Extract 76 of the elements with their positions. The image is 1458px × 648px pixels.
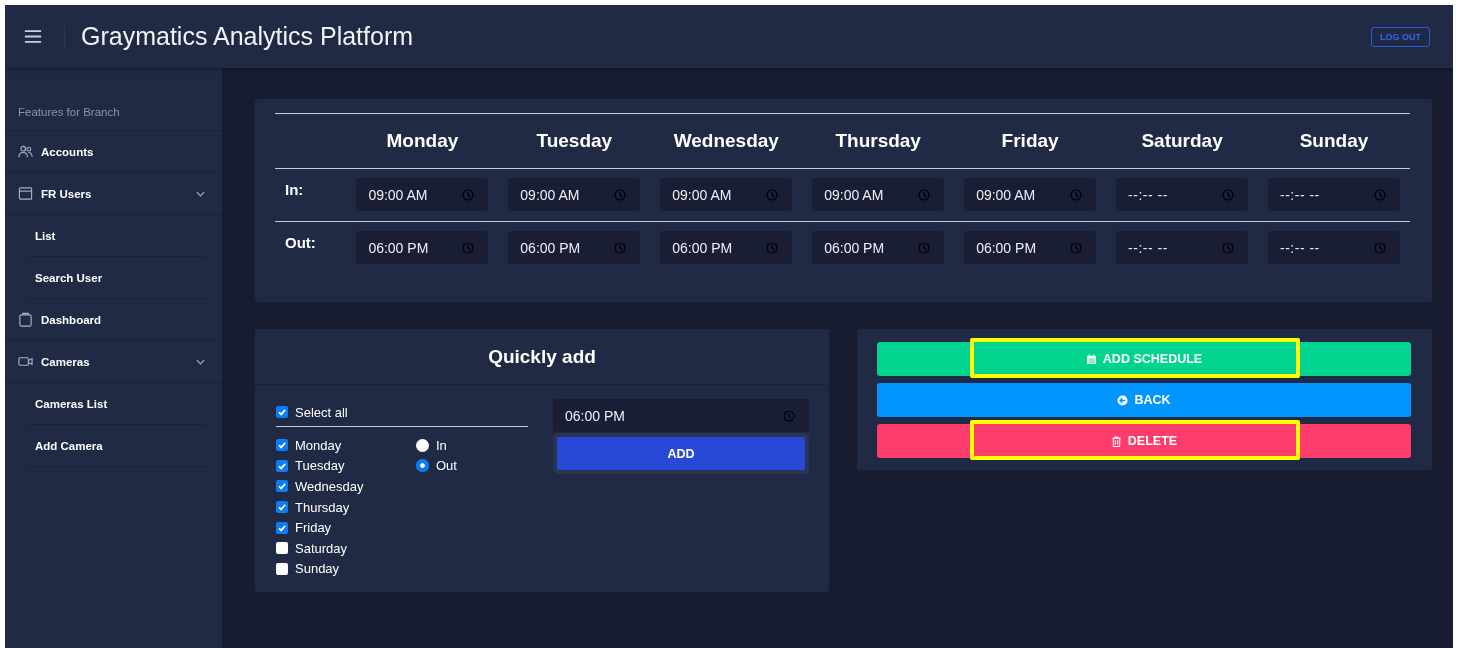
- day-header: Saturday: [1141, 130, 1223, 152]
- radio-button[interactable]: [416, 459, 429, 473]
- day-header: Thursday: [835, 130, 921, 152]
- checkbox-label: Sunday: [295, 561, 340, 577]
- clock-icon: [766, 188, 779, 201]
- checkbox-label: Monday: [295, 437, 342, 453]
- row-label: In:: [285, 181, 304, 198]
- time-field[interactable]: 06:00 PM: [812, 231, 945, 264]
- time-field[interactable]: 06:00 PM: [660, 231, 793, 264]
- time-field[interactable]: --:-- --: [1116, 178, 1249, 211]
- day-header: Monday: [386, 130, 459, 152]
- panel-title: Quickly add: [255, 329, 829, 385]
- time-field[interactable]: 06:00 PM: [356, 231, 489, 264]
- radio-label: In: [436, 437, 447, 453]
- back-arrow-icon: [1117, 394, 1129, 406]
- time-field[interactable]: --:-- --: [1268, 178, 1400, 211]
- time-field[interactable]: --:-- --: [1116, 231, 1249, 264]
- radio-label: Out: [436, 458, 457, 474]
- calendar-icon: [1085, 353, 1097, 365]
- checkbox[interactable]: [276, 521, 288, 534]
- clock-icon: [1374, 241, 1386, 254]
- clipboard-icon: [18, 312, 33, 327]
- day-header: Sunday: [1299, 130, 1369, 152]
- clock-icon: [1222, 188, 1235, 201]
- time-field[interactable]: 06:00 PM: [508, 231, 641, 264]
- clock-icon: [918, 188, 931, 201]
- time-field[interactable]: 09:00 AM: [660, 178, 793, 211]
- checkbox[interactable]: [276, 542, 288, 555]
- checkbox-label: Thursday: [295, 499, 350, 515]
- clock-icon: [766, 241, 779, 254]
- checkbox-label: Select all: [295, 404, 348, 420]
- checkbox[interactable]: [276, 501, 288, 514]
- clock-icon: [918, 241, 931, 254]
- time-field[interactable]: --:-- --: [1268, 231, 1400, 264]
- sidebar-subitem[interactable]: Add Camera: [27, 425, 206, 467]
- checkbox[interactable]: [276, 459, 288, 472]
- clock-icon: [1070, 188, 1083, 201]
- sidebar-subitem[interactable]: Cameras List: [27, 383, 206, 425]
- day-header: Friday: [1001, 130, 1059, 152]
- radio-button[interactable]: [416, 438, 429, 452]
- chevron-icon: [196, 190, 205, 197]
- checkbox[interactable]: [276, 439, 288, 452]
- checkbox[interactable]: [276, 562, 288, 575]
- clock-icon: [1070, 241, 1083, 254]
- users-icon: [18, 144, 33, 159]
- clock-icon: [462, 241, 475, 254]
- time-field[interactable]: 09:00 AM: [356, 178, 489, 211]
- checkbox-label: Wednesday: [295, 479, 364, 494]
- time-field[interactable]: 09:00 AM: [508, 178, 641, 211]
- checkbox-label: Tuesday: [295, 458, 345, 474]
- window-icon: [18, 186, 33, 201]
- checkbox-label: Saturday: [295, 540, 348, 556]
- clock-icon: [614, 241, 627, 254]
- video-camera-icon: [18, 354, 33, 369]
- trash-icon: [1110, 435, 1122, 447]
- sidebar-subitem[interactable]: Search User: [27, 257, 206, 299]
- sidebar-subitem[interactable]: List: [27, 215, 206, 257]
- clock-icon: [462, 188, 475, 201]
- chevron-icon: [196, 358, 205, 365]
- clock-icon: [1374, 188, 1386, 201]
- row-label: Out:: [285, 234, 316, 251]
- clock-icon: [1222, 241, 1235, 254]
- time-field[interactable]: 06:00 PM: [964, 231, 1097, 264]
- checkbox-label: Friday: [295, 520, 332, 536]
- app-title: Graymatics Analytics Platform: [81, 22, 415, 51]
- day-header: Wednesday: [673, 130, 779, 152]
- menu-icon[interactable]: [24, 30, 42, 43]
- add-button[interactable]: ADD: [557, 437, 805, 470]
- day-header: Tuesday: [536, 130, 613, 152]
- time-field[interactable]: 09:00 AM: [964, 178, 1097, 211]
- clock-icon: [783, 409, 795, 422]
- time-field[interactable]: 09:00 AM: [812, 178, 945, 211]
- time-field[interactable]: 06:00 PM: [553, 399, 809, 432]
- clock-icon: [614, 188, 627, 201]
- checkbox[interactable]: [276, 406, 288, 418]
- checkbox[interactable]: [276, 480, 288, 493]
